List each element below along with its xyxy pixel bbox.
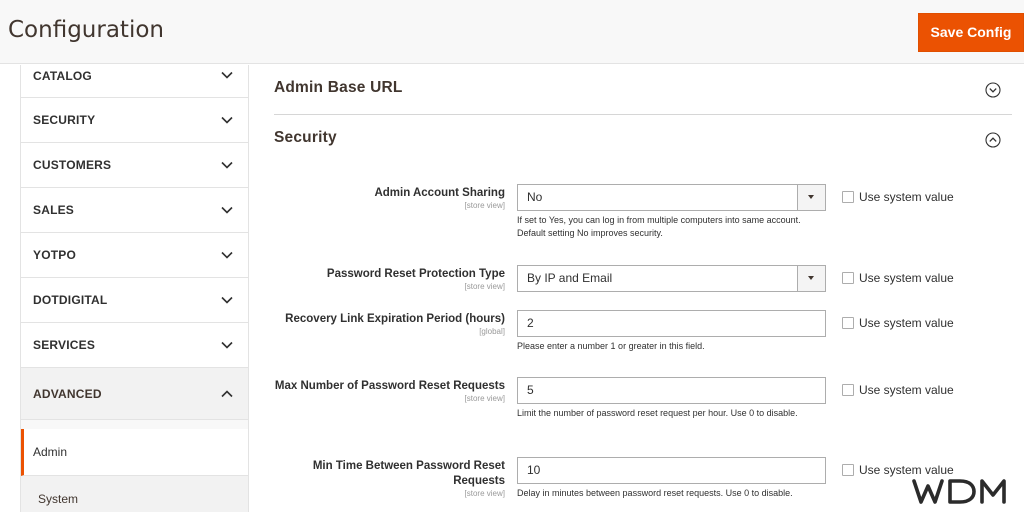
chevron-down-icon	[221, 206, 233, 214]
checkbox-box[interactable]	[842, 272, 854, 284]
input-value: 2	[527, 316, 534, 330]
checkbox-box[interactable]	[842, 317, 854, 329]
chevron-circle-down-icon	[985, 82, 1001, 98]
config-main: Admin Base URL Security Admin Account Sh…	[274, 65, 1012, 512]
field-scope: [store view]	[464, 201, 505, 210]
sidebar-item-label: ADVANCED	[33, 387, 102, 401]
chevron-down-icon	[221, 251, 233, 259]
section-security[interactable]: Security	[274, 115, 1012, 165]
chevron-down-icon	[221, 296, 233, 304]
sidebar-item-customers[interactable]: CUSTOMERS	[21, 143, 248, 188]
field-label-text: Min Time Between Password Reset Requests	[312, 460, 505, 487]
chevron-down-icon	[221, 116, 233, 124]
sidebar-item-label: SALES	[33, 203, 75, 217]
input-value: 10	[527, 463, 541, 477]
sidebar-item-label: YOTPO	[33, 248, 77, 262]
sidebar-item-label: DOTDIGITAL	[33, 293, 108, 307]
field-scope: [global]	[479, 327, 505, 336]
field-scope: [store view]	[464, 489, 505, 498]
checkbox-box[interactable]	[842, 464, 854, 476]
field-note: Delay in minutes between password reset …	[517, 488, 793, 498]
field-label-text: Recovery Link Expiration Period (hours)	[285, 313, 505, 325]
checkbox-label: Use system value	[859, 463, 954, 477]
sidebar-item-sales[interactable]: SALES	[21, 188, 248, 233]
sidebar-item-catalog[interactable]: CATALOG	[21, 65, 248, 98]
field-note: If set to Yes, you can log in from multi…	[517, 215, 801, 238]
dropdown-arrow-icon	[797, 266, 825, 291]
section-title: Security	[274, 129, 337, 146]
recovery-link-expiration-input[interactable]: 2	[517, 310, 826, 337]
sidebar-subitem-label: Admin	[33, 445, 68, 459]
field-label: Min Time Between Password Reset Requests…	[265, 459, 505, 499]
sidebar-item-dotdigital[interactable]: DOTDIGITAL	[21, 278, 248, 323]
sidebar-item-yotpo[interactable]: YOTPO	[21, 233, 248, 278]
chevron-down-icon	[221, 161, 233, 169]
checkbox-label: Use system value	[859, 316, 954, 330]
checkbox-label: Use system value	[859, 190, 954, 204]
config-sidebar: CATALOG SECURITY CUSTOMERS SALES YOTPO D…	[20, 65, 249, 512]
chevron-down-icon	[221, 341, 233, 349]
sidebar-item-label: CUSTOMERS	[33, 158, 112, 172]
input-value: 5	[527, 383, 534, 397]
chevron-up-icon	[221, 390, 233, 398]
max-password-reset-requests-input[interactable]: 5	[517, 377, 826, 404]
section-title: Admin Base URL	[274, 79, 403, 96]
field-label: Max Number of Password Reset Requests [s…	[265, 379, 505, 404]
sidebar-item-services[interactable]: SERVICES	[21, 323, 248, 368]
chevron-circle-up-icon	[985, 132, 1001, 148]
wdm-watermark-logo	[912, 479, 1006, 504]
checkbox-label: Use system value	[859, 271, 954, 285]
sidebar-subitem-system[interactable]: System	[21, 476, 248, 512]
sidebar-item-label: SERVICES	[33, 338, 96, 352]
password-reset-protection-select[interactable]: By IP and Email	[517, 265, 826, 292]
sidebar-item-label: SECURITY	[33, 113, 96, 127]
checkbox-box[interactable]	[842, 191, 854, 203]
field-scope: [store view]	[464, 282, 505, 291]
page-header: Configuration Save Config	[0, 0, 1024, 64]
admin-account-sharing-select[interactable]: No	[517, 184, 826, 211]
sidebar-item-advanced[interactable]: ADVANCED	[21, 368, 248, 420]
sidebar-item-security[interactable]: SECURITY	[21, 98, 248, 143]
field-label-text: Password Reset Protection Type	[326, 268, 505, 280]
sidebar-subitem-label: System	[38, 492, 79, 506]
field-label: Recovery Link Expiration Period (hours) …	[265, 312, 505, 337]
field-note: Limit the number of password reset reque…	[517, 408, 798, 418]
submenu-spacer	[21, 420, 248, 429]
field-note: Please enter a number 1 or greater in th…	[517, 341, 705, 351]
field-label-text: Admin Account Sharing	[374, 187, 505, 199]
select-value: No	[527, 190, 543, 204]
field-label: Admin Account Sharing [store view]	[265, 186, 505, 211]
checkbox-box[interactable]	[842, 384, 854, 396]
dropdown-arrow-icon	[797, 185, 825, 210]
chevron-down-icon	[221, 71, 233, 79]
select-value: By IP and Email	[527, 271, 613, 285]
field-label: Password Reset Protection Type [store vi…	[265, 267, 505, 292]
sidebar-item-label: CATALOG	[33, 69, 92, 83]
field-label-text: Max Number of Password Reset Requests	[274, 380, 505, 392]
field-scope: [store view]	[464, 394, 505, 403]
page-title: Configuration	[8, 17, 164, 43]
save-config-button[interactable]: Save Config	[918, 13, 1024, 52]
sidebar-subitem-admin[interactable]: Admin	[21, 429, 248, 476]
checkbox-label: Use system value	[859, 383, 954, 397]
section-admin-base-url[interactable]: Admin Base URL	[274, 65, 1012, 115]
min-time-between-resets-input[interactable]: 10	[517, 457, 826, 484]
